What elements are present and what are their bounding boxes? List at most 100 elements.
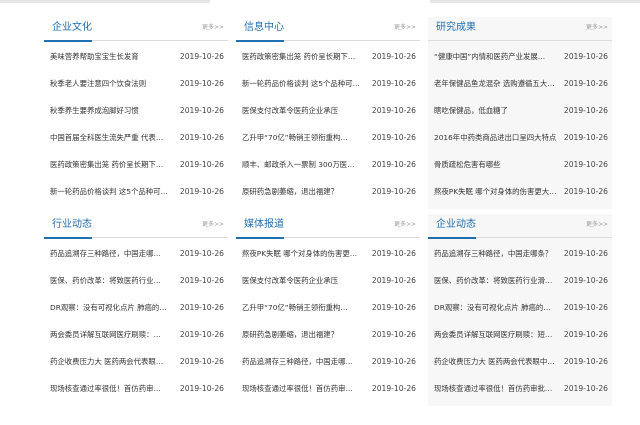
panel-title[interactable]: 企业文化 xyxy=(52,21,92,35)
panel-research: 研究成果 更多>> “健康中国”内情和医药产业发展… 2019-10-26 老年保健品鱼… xyxy=(428,17,612,209)
news-item-title[interactable]: DR观察：没有可视化点片 肺癌的… xyxy=(50,301,174,315)
news-item-title[interactable]: 乙升甲“70亿”畅销王领衔重构… xyxy=(242,301,366,315)
news-item-title[interactable]: 药企收费压力大 医药两会代表眼… xyxy=(50,355,174,369)
news-item-date: 2019-10-26 xyxy=(563,357,608,366)
panel-title[interactable]: 信息中心 xyxy=(244,21,284,35)
news-item[interactable]: 熬夜PK失眠 哪个对身体的伤害更大… 2019-10-26 xyxy=(434,185,608,199)
news-item[interactable]: 美味营养帮助宝宝生长发育 2019-10-26 xyxy=(50,50,224,64)
news-item[interactable]: 医保支付改革令医药企业承压 2019-10-26 xyxy=(242,104,416,118)
news-item-date: 2019-10-26 xyxy=(179,384,224,393)
news-item[interactable]: 药品追溯存三种路径，中国走哪… 2019-10-26 xyxy=(50,247,224,261)
news-item-title[interactable]: 医保、药价改革：将致医药行业滑… xyxy=(434,274,558,288)
news-item-title[interactable]: 骨质疏松危害有哪些 xyxy=(434,158,558,172)
panel-header: 企业文化 更多>> xyxy=(44,17,228,42)
more-link[interactable]: 更多>> xyxy=(202,221,224,229)
news-item[interactable]: 医保、药价改革：将致医药行业… 2019-10-26 xyxy=(50,274,224,288)
news-item-date: 2019-10-26 xyxy=(563,160,608,169)
news-item[interactable]: 医药政策密集出笼 药价呈长期下… 2019-10-26 xyxy=(50,158,224,172)
news-item-date: 2019-10-26 xyxy=(179,276,224,285)
news-item-title[interactable]: 医保、药价改革：将致医药行业… xyxy=(50,274,174,288)
news-item[interactable]: 药品追溯存三种路径，中国走哪条？ 2019-10-26 xyxy=(434,247,608,261)
more-link[interactable]: 更多>> xyxy=(586,24,608,32)
top-edge-left xyxy=(0,0,210,3)
news-item-title[interactable]: 美味营养帮助宝宝生长发育 xyxy=(50,50,174,64)
news-item-date: 2019-10-26 xyxy=(371,330,416,339)
news-item-date: 2019-10-26 xyxy=(371,133,416,142)
news-item[interactable]: 老年保健品鱼龙混杂 选购遵循五大… 2019-10-26 xyxy=(434,77,608,91)
news-item[interactable]: 新一轮药品价格谈判 这5个品种可… 2019-10-26 xyxy=(50,185,224,199)
news-item-title[interactable]: 顺丰、邮政杀入一票制 300万医… xyxy=(242,158,366,172)
panel-title[interactable]: 媒体报道 xyxy=(244,218,284,232)
news-item-title[interactable]: “健康中国”内情和医药产业发展… xyxy=(434,50,558,64)
more-link[interactable]: 更多>> xyxy=(202,24,224,32)
news-item-date: 2019-10-26 xyxy=(179,187,224,196)
news-item-title[interactable]: 秋季养生要养成泡脚好习惯 xyxy=(50,104,174,118)
news-item-title[interactable]: 医药政策密集出笼 药价呈长期下… xyxy=(50,158,174,172)
news-item[interactable]: 现场核查通过率很低！首仿药审… 2019-10-26 xyxy=(242,382,416,396)
more-link[interactable]: 更多>> xyxy=(394,24,416,32)
news-item[interactable]: 秋季养生要养成泡脚好习惯 2019-10-26 xyxy=(50,104,224,118)
news-item[interactable]: 医保支付改革令医药企业承压 2019-10-26 xyxy=(242,274,416,288)
news-item-title[interactable]: 原研药急剧萎缩，退出福建？ xyxy=(242,328,366,342)
news-item-title[interactable]: 医保支付改革令医药企业承压 xyxy=(242,274,366,288)
news-item-title[interactable]: 现场核查通过率很低！首仿药审… xyxy=(50,382,174,396)
news-item[interactable]: 原研药急剧萎缩，退出福建？ 2019-10-26 xyxy=(242,328,416,342)
news-item-date: 2019-10-26 xyxy=(179,249,224,258)
news-item[interactable]: 乙升甲“70亿”畅销王领衔重构… 2019-10-26 xyxy=(242,131,416,145)
news-item-title[interactable]: 熬夜PK失眠 哪个对身体的伤害更大… xyxy=(434,185,558,199)
panel-title[interactable]: 研究成果 xyxy=(436,21,476,35)
news-item[interactable]: 两会委员详解互联网医疗刷赎：… 2019-10-26 xyxy=(50,328,224,342)
news-item-title[interactable]: 药企收费压力大 医药两会代表眼中… xyxy=(434,355,558,369)
news-item-title[interactable]: 瞎吃保健品，低血糖了 xyxy=(434,104,558,118)
news-item[interactable]: 现场核查通过率很低！首仿药审… 2019-10-26 xyxy=(50,382,224,396)
news-item[interactable]: DR观察：没有可视化点片 肺癌的… 2019-10-26 xyxy=(50,301,224,315)
news-item[interactable]: 中国首届全科医生流失严重 代表… 2019-10-26 xyxy=(50,131,224,145)
news-item-title[interactable]: 医保支付改革令医药企业承压 xyxy=(242,104,366,118)
news-item[interactable]: 2016年中药类商品进出口呈四大特点 2019-10-26 xyxy=(434,131,608,145)
news-item[interactable]: 药品追溯存三种路径，中国走哪… 2019-10-26 xyxy=(242,355,416,369)
news-item-date: 2019-10-26 xyxy=(179,330,224,339)
news-item-title[interactable]: 熬夜PK失眠 哪个对身体的伤害更… xyxy=(242,247,366,261)
more-link[interactable]: 更多>> xyxy=(394,221,416,229)
news-item[interactable]: 医保、药价改革：将致医药行业滑… 2019-10-26 xyxy=(434,274,608,288)
news-item-title[interactable]: 现场核查通过率很低！首仿药审批… xyxy=(434,382,558,396)
news-item-date: 2019-10-26 xyxy=(563,249,608,258)
news-item[interactable]: 药企收费压力大 医药两会代表眼中… 2019-10-26 xyxy=(434,355,608,369)
news-item[interactable]: 两会委员详解互联网医疗刷赎：短… 2019-10-26 xyxy=(434,328,608,342)
news-item[interactable]: 药企收费压力大 医药两会代表眼… 2019-10-26 xyxy=(50,355,224,369)
news-item-title[interactable]: 两会委员详解互联网医疗刷赎：… xyxy=(50,328,174,342)
news-item[interactable]: “健康中国”内情和医药产业发展… 2019-10-26 xyxy=(434,50,608,64)
news-item-date: 2019-10-26 xyxy=(563,79,608,88)
news-item-title[interactable]: 药品追溯存三种路径，中国走哪… xyxy=(242,355,366,369)
news-item-title[interactable]: 医药政策密集出笼 药价呈长期下… xyxy=(242,50,366,64)
news-item-title[interactable]: 乙升甲“70亿”畅销王领衔重构… xyxy=(242,131,366,145)
news-item[interactable]: 秋季老人要注意四个饮食法则 2019-10-26 xyxy=(50,77,224,91)
panel-title[interactable]: 行业动态 xyxy=(52,218,92,232)
news-item[interactable]: 顺丰、邮政杀入一票制 300万医… 2019-10-26 xyxy=(242,158,416,172)
news-item-title[interactable]: DR观察：没有可视化点片 肺癌的… xyxy=(434,301,558,315)
news-item[interactable]: 熬夜PK失眠 哪个对身体的伤害更… 2019-10-26 xyxy=(242,247,416,261)
news-item-title[interactable]: 秋季老人要注意四个饮食法则 xyxy=(50,77,174,91)
more-link[interactable]: 更多>> xyxy=(586,221,608,229)
news-item-title[interactable]: 2016年中药类商品进出口呈四大特点 xyxy=(434,131,558,145)
news-item-title[interactable]: 老年保健品鱼龙混杂 选购遵循五大… xyxy=(434,77,558,91)
news-item-date: 2019-10-26 xyxy=(371,160,416,169)
news-item-title[interactable]: 现场核查通过率很低！首仿药审… xyxy=(242,382,366,396)
news-item[interactable]: 骨质疏松危害有哪些 2019-10-26 xyxy=(434,158,608,172)
news-item[interactable]: DR观察：没有可视化点片 肺癌的… 2019-10-26 xyxy=(434,301,608,315)
news-item-title[interactable]: 药品追溯存三种路径，中国走哪… xyxy=(50,247,174,261)
panel-title[interactable]: 企业动态 xyxy=(436,218,476,232)
news-item-title[interactable]: 新一轮药品价格谈判 这5个品种可… xyxy=(242,77,366,91)
news-item[interactable]: 现场核查通过率很低！首仿药审批… 2019-10-26 xyxy=(434,382,608,396)
news-item[interactable]: 新一轮药品价格谈判 这5个品种可… 2019-10-26 xyxy=(242,77,416,91)
top-edge-right xyxy=(430,0,640,3)
news-item[interactable]: 医药政策密集出笼 药价呈长期下… 2019-10-26 xyxy=(242,50,416,64)
news-item-title[interactable]: 两会委员详解互联网医疗刷赎：短… xyxy=(434,328,558,342)
news-item-title[interactable]: 中国首届全科医生流失严重 代表… xyxy=(50,131,174,145)
news-item[interactable]: 原研药急剧萎缩，退出福建？ 2019-10-26 xyxy=(242,185,416,199)
news-item-title[interactable]: 药品追溯存三种路径，中国走哪条？ xyxy=(434,247,558,261)
news-item[interactable]: 瞎吃保健品，低血糖了 2019-10-26 xyxy=(434,104,608,118)
news-item-title[interactable]: 原研药急剧萎缩，退出福建？ xyxy=(242,185,366,199)
news-item[interactable]: 乙升甲“70亿”畅销王领衔重构… 2019-10-26 xyxy=(242,301,416,315)
news-item-title[interactable]: 新一轮药品价格谈判 这5个品种可… xyxy=(50,185,174,199)
